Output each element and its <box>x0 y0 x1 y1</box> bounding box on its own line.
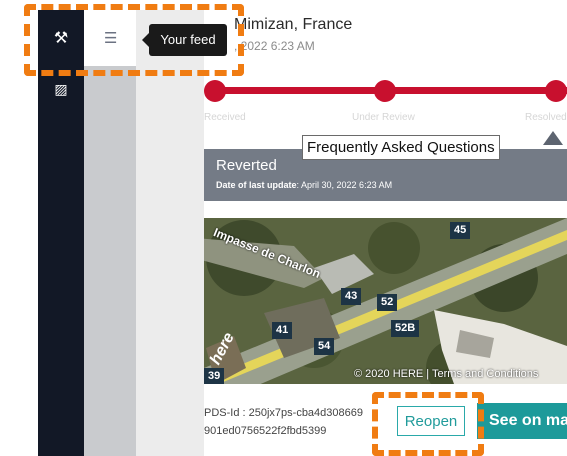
map-label: 41 <box>272 322 293 339</box>
highlight-box-nav <box>24 4 244 76</box>
status-date-value: : April 30, 2022 6:23 AM <box>296 180 393 190</box>
pds-id-line2: 901ed0756522f2fbd5399 <box>204 425 327 437</box>
faq-tooltip: Frequently Asked Questions <box>302 135 500 160</box>
step-dot-received <box>204 80 226 102</box>
step-label-received: Received <box>204 112 246 123</box>
report-address: Mimizan, France <box>234 16 353 33</box>
side-nav: ⚒ ▨ <box>38 10 84 456</box>
faq-pointer <box>543 131 563 145</box>
step-dot-under-review <box>374 80 396 102</box>
step-dot-resolved <box>545 80 567 102</box>
status-date: Date of last update: April 30, 2022 6:23… <box>216 180 392 190</box>
map-label: 52 <box>377 294 398 311</box>
map-label: 43 <box>341 288 362 305</box>
step-label-under-review: Under Review <box>352 112 415 123</box>
map-label: 45 <box>450 222 471 239</box>
map-label: 52B <box>391 320 420 337</box>
map-grid-icon[interactable]: ▨ <box>38 82 84 98</box>
status-title: Reverted <box>216 157 277 174</box>
status-date-label: Date of last update <box>216 180 297 190</box>
pds-id: PDS-Id : 250jx7ps-cba4d308669 901ed07565… <box>204 404 363 440</box>
see-on-map-button[interactable]: See on map <box>477 403 567 439</box>
feed-panel-strip <box>84 10 136 456</box>
map-label: 54 <box>314 338 335 355</box>
report-date: , 2022 6:23 AM <box>234 39 315 53</box>
map-view[interactable]: Impasse de Charlon 45 43 52 41 54 52B 39… <box>204 218 567 384</box>
step-label-resolved: Resolved <box>525 112 567 123</box>
map-copyright[interactable]: © 2020 HERE | Terms and Conditions <box>354 368 538 380</box>
map-label: 39 <box>204 368 225 384</box>
pds-id-line1: PDS-Id : 250jx7ps-cba4d308669 <box>204 407 363 419</box>
highlight-box-reopen <box>372 392 484 456</box>
